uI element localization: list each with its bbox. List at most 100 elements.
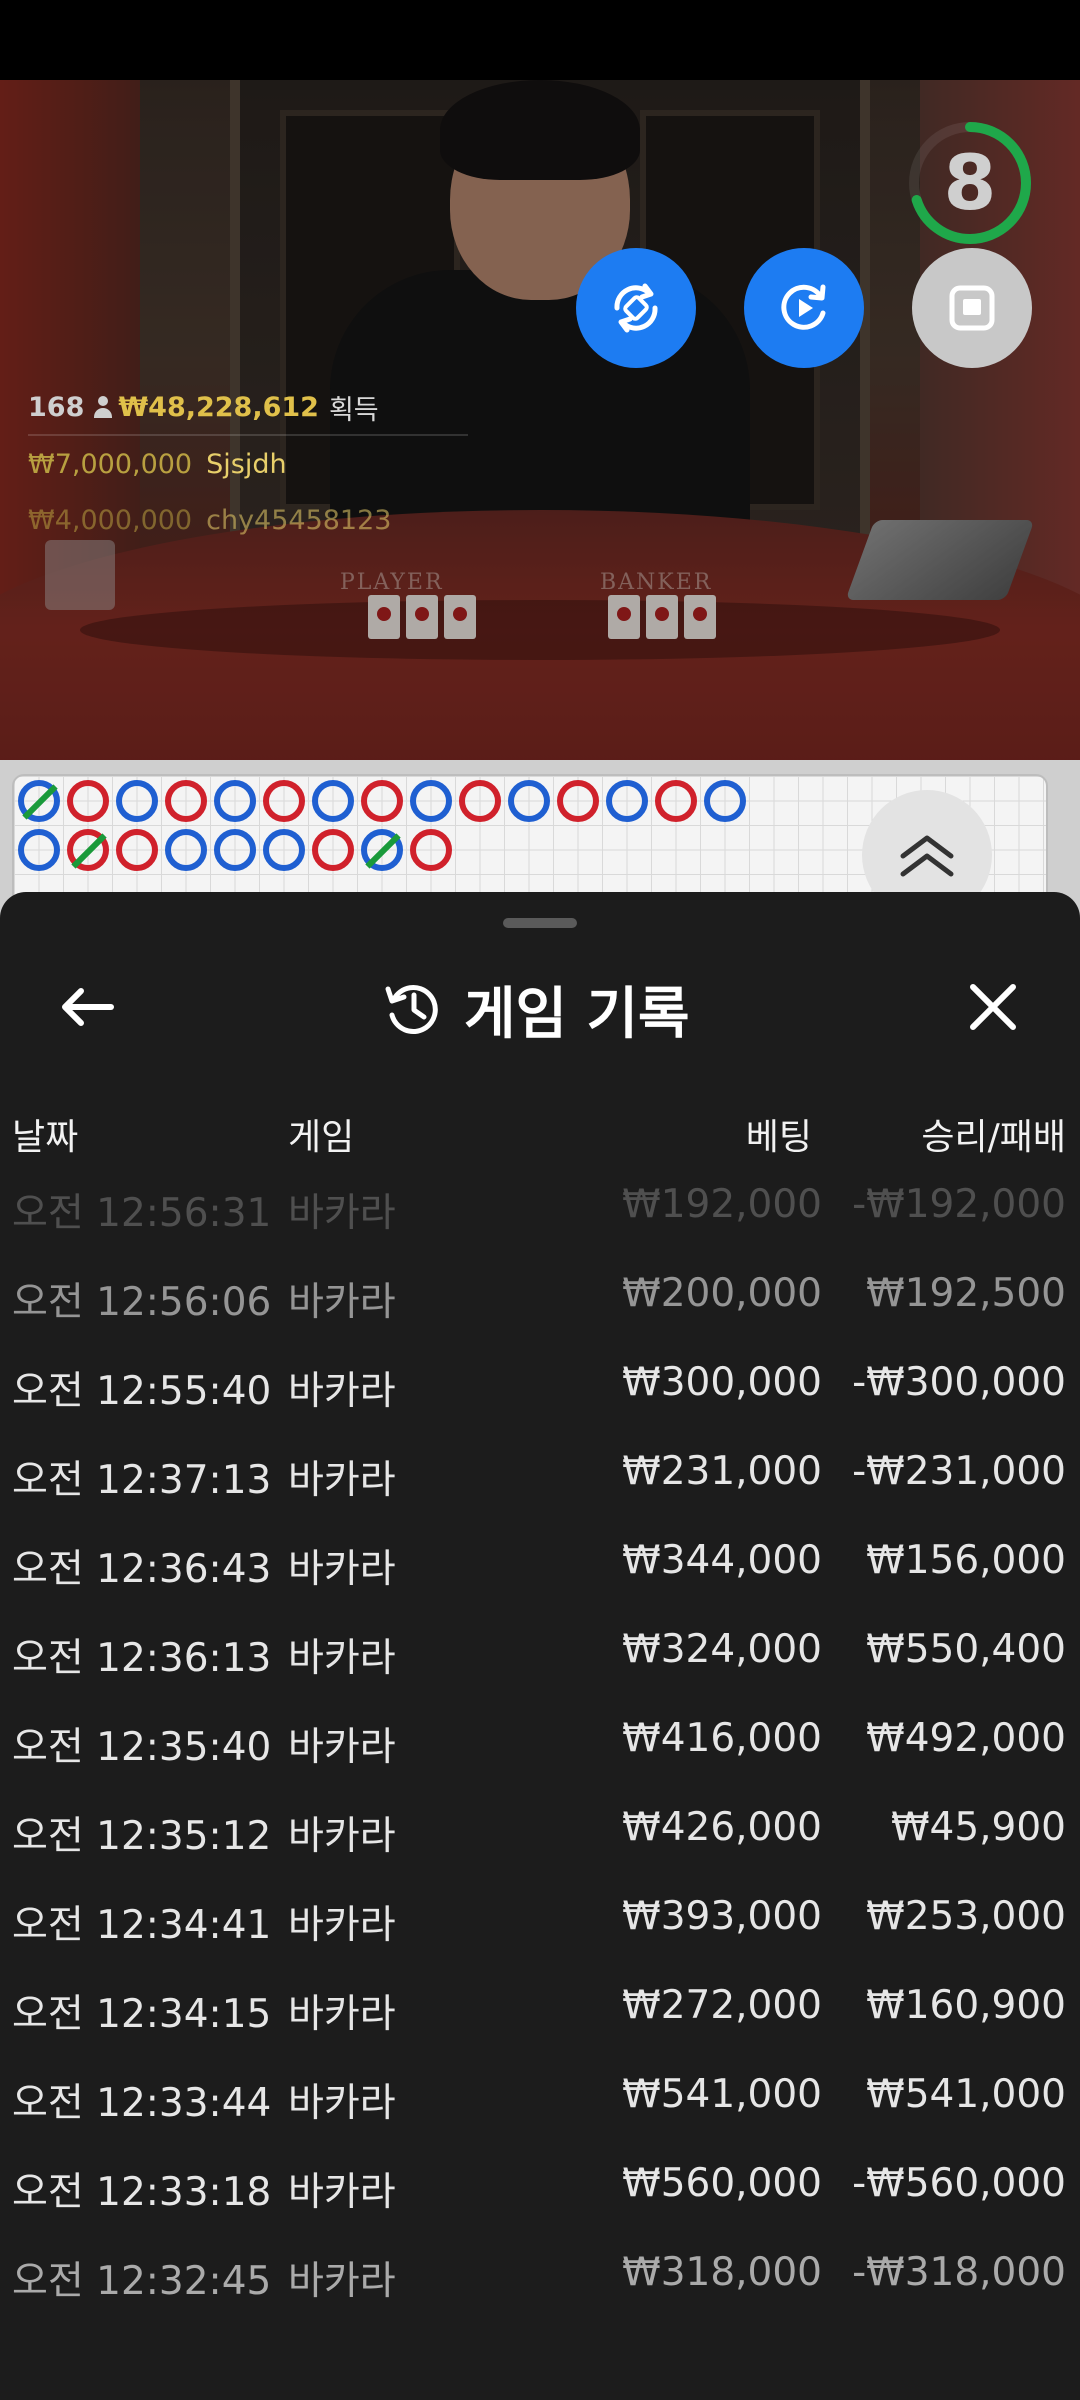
winner-entry: ₩4,000,000 chy45458123	[28, 492, 468, 548]
player-bead	[263, 829, 305, 871]
cell-result: ₩550,400	[866, 1627, 1066, 1672]
tie-mark	[71, 833, 107, 869]
rotate-screen-button[interactable]	[576, 248, 696, 368]
back-button[interactable]	[52, 972, 122, 1042]
banker-bead	[410, 829, 452, 871]
user-icon	[94, 396, 113, 418]
history-icon	[385, 985, 438, 1034]
winners-total: ₩48,228,612	[118, 391, 319, 423]
winner-name: chy45458123	[206, 504, 392, 536]
banker-bead	[557, 780, 599, 822]
player-bead	[214, 829, 256, 871]
player-bead	[704, 780, 746, 822]
table-row[interactable]: 오전 12:37:13 바카라 ₩231,000 -₩231,000	[0, 1429, 1080, 1518]
banker-bead	[67, 780, 109, 822]
winner-entry: ₩7,000,000 Sjsjdh	[28, 436, 468, 492]
cell-result: -₩231,000	[852, 1449, 1066, 1494]
column-header-date: 날짜	[12, 1117, 79, 1158]
cell-bet: ₩560,000	[622, 2161, 822, 2206]
countdown-timer: 8	[905, 118, 1035, 248]
table-row[interactable]: 오전 12:34:15 바카라 ₩272,000 ₩160,900	[0, 1963, 1080, 2052]
close-button[interactable]	[958, 972, 1028, 1042]
cell-date: 오전 12:33:18	[12, 2170, 272, 2215]
cell-game: 바카라	[288, 1725, 396, 1770]
cell-date: 오전 12:55:40	[12, 1369, 272, 1414]
live-video: PLAYER BANKER 8 168 ₩48,228,612 획득 ₩7,00…	[0, 80, 1080, 760]
sheet-title-wrap: 게임 기록	[380, 974, 690, 1047]
cell-game: 바카라	[288, 1903, 396, 1948]
table-row[interactable]: 오전 12:55:40 바카라 ₩300,000 -₩300,000	[0, 1340, 1080, 1429]
table-row[interactable]: 오전 12:56:06 바카라 ₩200,000 ₩192,500	[0, 1251, 1080, 1340]
player-bead	[116, 780, 158, 822]
cell-result: ₩45,900	[890, 1805, 1066, 1850]
banker-bead	[67, 829, 109, 871]
table-row[interactable]: 오전 12:35:40 바카라 ₩416,000 ₩492,000	[0, 1696, 1080, 1785]
player-bead	[606, 780, 648, 822]
cell-result: ₩541,000	[866, 2072, 1066, 2117]
banker-bead	[312, 829, 354, 871]
chevron-double-up-icon	[900, 835, 954, 877]
cell-game: 바카라	[288, 2081, 396, 2126]
banker-bead	[165, 780, 207, 822]
table-row[interactable]: 오전 12:35:12 바카라 ₩426,000 ₩45,900	[0, 1785, 1080, 1874]
table-row[interactable]: 오전 12:33:44 바카라 ₩541,000 ₩541,000	[0, 2052, 1080, 2141]
player-bead	[214, 780, 256, 822]
cell-date: 오전 12:37:13	[12, 1458, 272, 1503]
cell-bet: ₩344,000	[622, 1538, 822, 1583]
history-table-body[interactable]: 오전 12:56:31 바카라 ₩192,000 -₩192,000 오전 12:56:…	[0, 1162, 1080, 2319]
banker-bead	[116, 829, 158, 871]
stop-icon	[949, 285, 995, 331]
cell-result: -₩560,000	[852, 2161, 1066, 2206]
cell-bet: ₩192,000	[622, 1182, 822, 1227]
close-icon	[970, 984, 1016, 1030]
table-row[interactable]: 오전 12:36:13 바카라 ₩324,000 ₩550,400	[0, 1607, 1080, 1696]
replay-button[interactable]	[744, 248, 864, 368]
cell-result: ₩253,000	[866, 1894, 1066, 1939]
cell-game: 바카라	[288, 1369, 396, 1414]
player-bead	[410, 780, 452, 822]
cell-bet: ₩416,000	[622, 1716, 822, 1761]
player-bead	[312, 780, 354, 822]
cell-bet: ₩272,000	[622, 1983, 822, 2028]
sheet-drag-handle[interactable]	[503, 918, 577, 928]
column-header-bet: 베팅	[745, 1117, 812, 1158]
stop-button[interactable]	[912, 248, 1032, 368]
cell-bet: ₩541,000	[622, 2072, 822, 2117]
table-row[interactable]: 오전 12:36:43 바카라 ₩344,000 ₩156,000	[0, 1518, 1080, 1607]
column-header-result: 승리/패배	[921, 1117, 1066, 1158]
cell-game: 바카라	[288, 1280, 396, 1325]
table-row[interactable]: 오전 12:32:45 바카라 ₩318,000 -₩318,000	[0, 2230, 1080, 2319]
cell-bet: ₩231,000	[622, 1449, 822, 1494]
player-bead	[361, 829, 403, 871]
cell-bet: ₩300,000	[622, 1360, 822, 1405]
cell-date: 오전 12:32:45	[12, 2259, 272, 2304]
cell-result: ₩192,500	[866, 1271, 1066, 1316]
winners-summary: 168 ₩48,228,612 획득	[28, 380, 468, 436]
status-bar	[0, 0, 1080, 80]
cell-date: 오전 12:35:12	[12, 1814, 272, 1859]
banker-bead	[361, 780, 403, 822]
replay-icon	[781, 284, 826, 330]
table-row[interactable]: 오전 12:34:41 바카라 ₩393,000 ₩253,000	[0, 1874, 1080, 1963]
cell-game: 바카라	[288, 1191, 396, 1236]
cell-date: 오전 12:56:31	[12, 1191, 272, 1236]
cell-game: 바카라	[288, 2170, 396, 2215]
cell-date: 오전 12:36:43	[12, 1547, 272, 1592]
player-bead	[18, 829, 60, 871]
table-row[interactable]: 오전 12:33:18 바카라 ₩560,000 -₩560,000	[0, 2141, 1080, 2230]
winner-amount: ₩7,000,000	[28, 448, 193, 480]
player-bead	[165, 829, 207, 871]
cell-result: ₩492,000	[866, 1716, 1066, 1761]
banker-bead	[263, 780, 305, 822]
player-bead	[508, 780, 550, 822]
winner-count: 168	[28, 391, 85, 423]
banker-bead	[459, 780, 501, 822]
history-table-header: 날짜 게임 베팅 승리/패배	[0, 1092, 1080, 1172]
game-history-sheet: 게임 기록 날짜 게임 베팅 승리/패배 오전 12:56:31 바카라 ₩192,…	[0, 892, 1080, 2400]
cell-result: -₩300,000	[852, 1360, 1066, 1405]
cell-result: ₩160,900	[866, 1983, 1066, 2028]
winner-amount: ₩4,000,000	[28, 504, 193, 536]
banker-bead	[655, 780, 697, 822]
cell-game: 바카라	[288, 1814, 396, 1859]
table-row[interactable]: 오전 12:56:31 바카라 ₩192,000 -₩192,000	[0, 1162, 1080, 1251]
